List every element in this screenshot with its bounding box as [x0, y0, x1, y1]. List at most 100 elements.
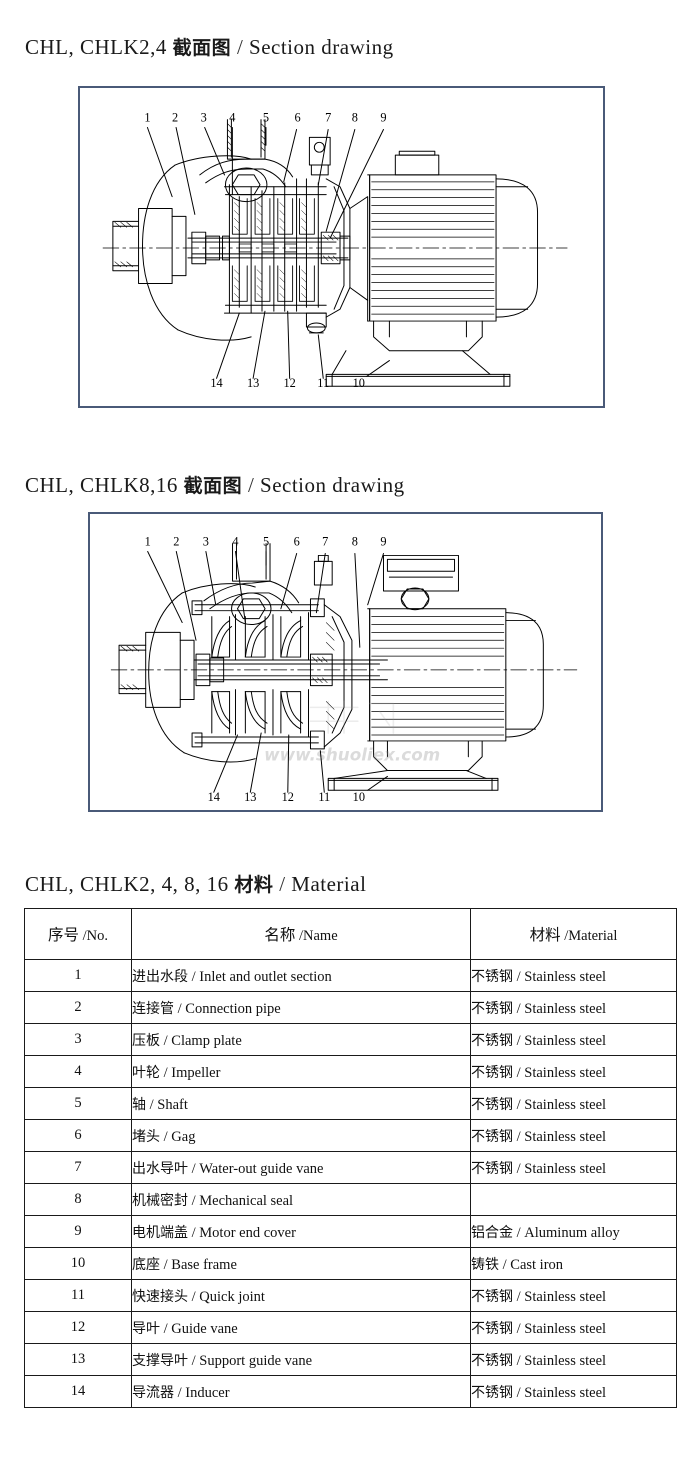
cell-material: 不锈钢 / Stainless steel: [470, 959, 677, 992]
callout-1: 1: [144, 111, 150, 125]
cell-name: 电机端盖 / Motor end cover: [131, 1215, 471, 1248]
section-2-title-en: Section drawing: [260, 473, 405, 497]
cell-name-en: Inducer: [185, 1384, 230, 1401]
callout-9: 9: [380, 111, 386, 125]
cell-material-en: Stainless steel: [524, 1000, 607, 1017]
callout-2: 2: [173, 535, 179, 549]
cell-material-en: Stainless steel: [524, 1320, 607, 1337]
table-header-row: 序号 /No. 名称 /Name 材料 /Material: [24, 908, 677, 960]
header-material-en: Material: [568, 928, 618, 944]
cell-material: 不锈钢 / Stainless steel: [470, 1087, 677, 1120]
cell-no: 12: [24, 1311, 132, 1344]
cell-material: 不锈钢 / Stainless steel: [470, 1055, 677, 1088]
callout-8: 8: [352, 111, 358, 125]
cell-name-en: Connection pipe: [185, 1000, 281, 1017]
header-no-cn: 序号: [47, 926, 79, 944]
cell-material-cn: 不锈钢: [471, 1096, 513, 1113]
cell-no: 10: [24, 1247, 132, 1280]
cell-material: 铸铁 / Cast iron: [470, 1247, 677, 1280]
cell-material: 不锈钢 / Stainless steel: [470, 1311, 677, 1344]
callout-3: 3: [203, 535, 209, 549]
material-table: 序号 /No. 名称 /Name 材料 /Material 1 进出水段 / In…: [24, 908, 677, 1408]
header-name: 名称 /Name: [131, 908, 471, 960]
cell-name-en: Motor end cover: [199, 1224, 296, 1241]
table-row: 6 堵头 / Gag 不锈钢 / Stainless steel: [24, 1119, 677, 1152]
cell-name-cn: 导叶: [132, 1320, 160, 1337]
cell-name-cn: 进出水段: [132, 968, 188, 985]
cell-name-en: Quick joint: [199, 1288, 265, 1305]
chl-chlk8-16-drawing-frame: 1 2 3 4 5 6 7 8 9 www.shuoliex.com 14 13…: [88, 512, 603, 812]
cell-name-cn: 底座: [132, 1256, 160, 1273]
cell-name: 机械密封 / Mechanical seal: [131, 1183, 471, 1216]
cell-name-cn: 出水导叶: [132, 1160, 188, 1177]
section-1-separator: /: [236, 35, 244, 59]
cell-material-cn: 不锈钢: [471, 1352, 513, 1369]
callout-4: 4: [229, 111, 235, 125]
callout-9: 9: [380, 535, 386, 549]
cell-material-en: Stainless steel: [524, 1384, 607, 1401]
section-3-title-cn: 材料: [234, 874, 274, 896]
chl-chlk2-4-drawing-frame: 1 2 3 4 5 6 7 8 9 14 13 12 11 10: [78, 86, 605, 408]
cell-name-en: Mechanical seal: [199, 1192, 294, 1209]
cell-name-en: Gag: [171, 1128, 196, 1145]
header-material-cn: 材料: [529, 926, 561, 944]
section-3-model: CHL, CHLK2, 4, 8, 16: [25, 872, 229, 896]
callout-10: 10: [353, 790, 365, 804]
cell-material-cn: 不锈钢: [471, 1032, 513, 1049]
callout-10: 10: [353, 376, 365, 390]
cell-name: 支撑导叶 / Support guide vane: [131, 1343, 471, 1376]
callout-3: 3: [201, 111, 207, 125]
cell-name-cn: 导流器: [132, 1384, 174, 1401]
cell-material-cn: 不锈钢: [471, 1160, 513, 1177]
cell-material: 不锈钢 / Stainless steel: [470, 1151, 677, 1184]
cell-material: 不锈钢 / Stainless steel: [470, 1279, 677, 1312]
cell-name-cn: 堵头: [132, 1128, 160, 1145]
cell-material: 不锈钢 / Stainless steel: [470, 1023, 677, 1056]
cell-material-en: Stainless steel: [524, 1064, 607, 1081]
header-no-en: No.: [86, 928, 109, 944]
cell-material-cn: 不锈钢: [471, 1384, 513, 1401]
cell-material: 不锈钢 / Stainless steel: [470, 1375, 677, 1408]
cell-name: 导流器 / Inducer: [131, 1375, 471, 1408]
cell-no: 7: [24, 1151, 132, 1184]
cell-name-en: Clamp plate: [171, 1032, 242, 1049]
callout-4: 4: [232, 535, 238, 549]
cell-name-cn: 轴: [132, 1096, 146, 1113]
cell-name-cn: 叶轮: [132, 1064, 160, 1081]
cell-no: 5: [24, 1087, 132, 1120]
cell-name: 导叶 / Guide vane: [131, 1311, 471, 1344]
callout-6: 6: [294, 535, 300, 549]
table-row: 2 连接管 / Connection pipe 不锈钢 / Stainless st…: [24, 991, 677, 1024]
cell-material-cn: 铝合金: [471, 1224, 513, 1241]
cell-material-cn: 铸铁: [471, 1256, 499, 1273]
section-2-heading: CHL, CHLK8,16 截面图 / Section drawing: [25, 471, 405, 498]
cell-no: 6: [24, 1119, 132, 1152]
table-row: 1 进出水段 / Inlet and outlet section 不锈钢 / St…: [24, 959, 677, 992]
cell-name-en: Guide vane: [171, 1320, 238, 1337]
cell-name-cn: 连接管: [132, 1000, 174, 1017]
cell-material-cn: 不锈钢: [471, 1320, 513, 1337]
section-3-separator: /: [279, 872, 286, 896]
section-2-title-cn: 截面图: [183, 475, 243, 497]
table-row: 13 支撑导叶 / Support guide vane 不锈钢 / Stainle…: [24, 1343, 677, 1376]
cell-material-en: Stainless steel: [524, 1288, 607, 1305]
table-row: 4 叶轮 / Impeller 不锈钢 / Stainless steel: [24, 1055, 677, 1088]
callout-2: 2: [172, 111, 178, 125]
cell-name: 堵头 / Gag: [131, 1119, 471, 1152]
cell-no: 9: [24, 1215, 132, 1248]
section-1-model: CHL, CHLK2,4: [25, 35, 167, 59]
watermark-text: www.shuoliex.com: [264, 745, 440, 765]
cell-material-en: Cast iron: [510, 1256, 564, 1273]
cell-material-cn: 不锈钢: [471, 1288, 513, 1305]
cell-no: 3: [24, 1023, 132, 1056]
cell-material: 铝合金 / Aluminum alloy: [470, 1215, 677, 1248]
cell-material-en: Stainless steel: [524, 1352, 607, 1369]
cell-name-en: Shaft: [157, 1096, 188, 1113]
cell-no: 14: [24, 1375, 132, 1408]
cell-name: 压板 / Clamp plate: [131, 1023, 471, 1056]
cell-name: 出水导叶 / Water-out guide vane: [131, 1151, 471, 1184]
table-row: 10 底座 / Base frame 铸铁 / Cast iron: [24, 1247, 677, 1280]
cell-material-en: Stainless steel: [524, 1032, 607, 1049]
cell-name: 进出水段 / Inlet and outlet section: [131, 959, 471, 992]
section-1-heading: CHL, CHLK2,4 截面图 / Section drawing: [25, 33, 394, 60]
